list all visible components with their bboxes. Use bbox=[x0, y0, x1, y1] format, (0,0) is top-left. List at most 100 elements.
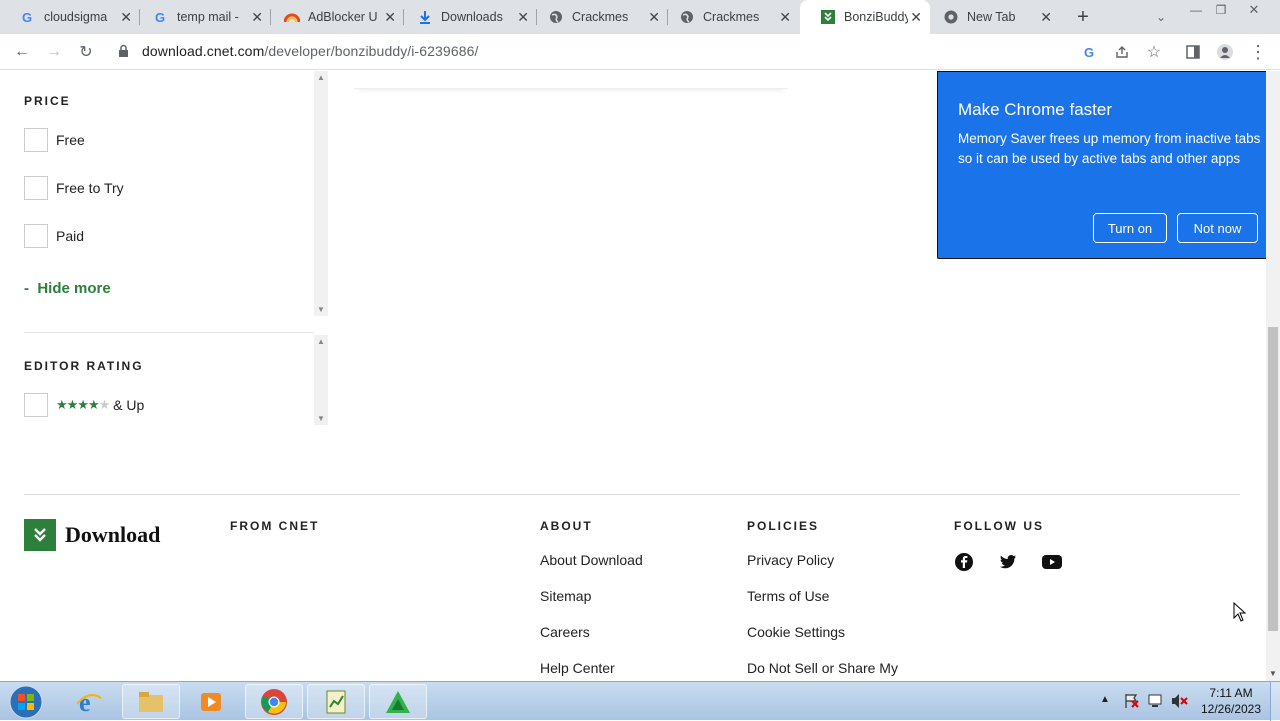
tab-title: Crackmes bbox=[703, 10, 760, 24]
share-icon[interactable] bbox=[1112, 42, 1132, 62]
network-icon[interactable] bbox=[1147, 693, 1163, 714]
link-sitemap[interactable]: Sitemap bbox=[540, 588, 591, 604]
link-terms-of-use[interactable]: Terms of Use bbox=[747, 588, 829, 604]
footer-divider bbox=[24, 494, 1240, 495]
address-bar[interactable]: download.cnet.com/developer/bonzibuddy/i… bbox=[108, 38, 1178, 66]
url-path: /developer/bonzibuddy/i-6239686/ bbox=[264, 43, 479, 59]
checkbox[interactable] bbox=[24, 176, 48, 200]
price-filter-title: PRICE bbox=[24, 94, 71, 108]
filter-label: Free to Try bbox=[56, 180, 124, 196]
window-close-icon[interactable]: ✕ bbox=[1244, 0, 1264, 20]
chrome-icon bbox=[943, 9, 959, 25]
scroll-down-arrow-icon[interactable]: ▼ bbox=[1269, 669, 1277, 678]
rating-filter-scrollbar[interactable]: ▲ ▼ bbox=[314, 335, 328, 425]
notepad-chart-icon[interactable] bbox=[307, 684, 365, 719]
tab-bonzibuddy[interactable]: BonziBuddy ✕ bbox=[800, 0, 930, 34]
restore-icon[interactable]: ❐ bbox=[1211, 0, 1231, 20]
close-icon[interactable]: ✕ bbox=[251, 10, 263, 24]
side-panel-icon[interactable] bbox=[1183, 42, 1203, 62]
bookmark-star-icon[interactable]: ☆ bbox=[1144, 42, 1164, 62]
filter-paid[interactable]: Paid bbox=[24, 224, 84, 248]
twitter-icon[interactable] bbox=[998, 552, 1018, 572]
editor-rating-filter: EDITOR RATING ★★★★★ & Up ▲ ▼ bbox=[0, 335, 330, 427]
url-host: download.cnet.com bbox=[142, 43, 265, 59]
price-filter-scrollbar[interactable]: ▲ ▼ bbox=[314, 71, 328, 316]
forward-arrow-icon[interactable]: → bbox=[44, 42, 64, 62]
download-logo-icon[interactable] bbox=[24, 519, 56, 551]
checkbox[interactable] bbox=[24, 393, 48, 417]
svg-text:G: G bbox=[155, 10, 165, 24]
close-icon[interactable]: ✕ bbox=[779, 10, 791, 24]
back-arrow-icon[interactable]: ← bbox=[12, 42, 32, 62]
media-player-icon[interactable] bbox=[182, 684, 240, 719]
scroll-down-arrow-icon[interactable]: ▼ bbox=[317, 414, 325, 423]
taskbar-clock[interactable]: 7:11 AM 12/26/2023 bbox=[1196, 685, 1266, 717]
chrome-menu-kebab-icon[interactable]: ⋮ bbox=[1248, 42, 1268, 62]
facet-divider bbox=[24, 332, 314, 333]
checkbox[interactable] bbox=[24, 224, 48, 248]
start-button[interactable] bbox=[6, 683, 46, 720]
scroll-up-arrow-icon[interactable]: ▲ bbox=[317, 73, 325, 82]
tab-crackmes-2[interactable]: Crackmes ✕ bbox=[659, 0, 799, 34]
close-icon[interactable]: ✕ bbox=[384, 10, 396, 24]
footer-follow-title: FOLLOW US bbox=[954, 519, 1044, 533]
turn-on-button[interactable]: Turn on bbox=[1093, 213, 1167, 243]
volume-muted-icon[interactable] bbox=[1170, 693, 1188, 714]
youtube-icon[interactable] bbox=[1042, 552, 1062, 572]
file-explorer-icon[interactable] bbox=[122, 684, 180, 719]
tab-new-tab[interactable]: New Tab ✕ bbox=[923, 0, 1060, 34]
footer-about-title: ABOUT bbox=[540, 519, 593, 533]
link-cookie-settings[interactable]: Cookie Settings bbox=[747, 624, 845, 640]
torrent-app-icon[interactable] bbox=[369, 684, 427, 719]
tab-title: New Tab bbox=[967, 10, 1016, 24]
url-text: download.cnet.com/developer/bonzibuddy/i… bbox=[142, 43, 478, 59]
scroll-up-arrow-icon[interactable]: ▲ bbox=[317, 337, 325, 346]
filter-rating-4-up[interactable]: ★★★★★ & Up bbox=[24, 393, 144, 417]
show-desktop-button[interactable] bbox=[1270, 682, 1280, 721]
tab-cloudsigma[interactable]: G cloudsigma ✕ bbox=[0, 0, 140, 34]
tab-downloads[interactable]: Downloads ✕ bbox=[397, 0, 537, 34]
tab-search-chevron-icon[interactable]: ⌄ bbox=[1151, 7, 1171, 27]
hide-more-link[interactable]: - Hide more bbox=[24, 280, 111, 297]
facebook-icon[interactable] bbox=[954, 552, 974, 572]
show-hidden-icons-arrow-icon[interactable]: ▲ bbox=[1100, 694, 1110, 705]
checkbox[interactable] bbox=[24, 128, 48, 152]
not-now-button[interactable]: Not now bbox=[1177, 213, 1258, 243]
editor-rating-title: EDITOR RATING bbox=[24, 359, 144, 373]
scrollbar-thumb[interactable] bbox=[1268, 327, 1278, 631]
price-filter: PRICE Free Free to Try Paid - Hide more … bbox=[0, 71, 330, 321]
memory-saver-popup: Make Chrome faster Memory Saver frees up… bbox=[937, 71, 1279, 259]
google-icon: G bbox=[153, 9, 169, 25]
filter-free[interactable]: Free bbox=[24, 128, 85, 152]
link-help-center[interactable]: Help Center bbox=[540, 660, 615, 676]
lock-icon bbox=[118, 44, 129, 63]
link-careers[interactable]: Careers bbox=[540, 624, 590, 640]
new-tab-plus-icon[interactable]: + bbox=[1073, 6, 1093, 28]
link-about-download[interactable]: About Download bbox=[540, 552, 643, 568]
internet-explorer-icon[interactable]: e bbox=[60, 684, 118, 719]
footer-brand[interactable]: Download bbox=[65, 522, 160, 548]
globe-icon bbox=[679, 9, 695, 25]
rating-stars-icon: ★★★★★ bbox=[56, 397, 110, 412]
tab-title: Downloads bbox=[441, 10, 503, 24]
clock-time: 7:11 AM bbox=[1209, 686, 1253, 700]
minimize-icon[interactable]: — bbox=[1186, 0, 1206, 20]
filter-free-to-try[interactable]: Free to Try bbox=[24, 176, 124, 200]
google-lens-icon[interactable]: G bbox=[1080, 42, 1100, 62]
link-privacy-policy[interactable]: Privacy Policy bbox=[747, 552, 834, 568]
page-scrollbar[interactable]: ▼ bbox=[1266, 71, 1280, 681]
close-icon[interactable]: ✕ bbox=[910, 10, 922, 24]
tab-temp-mail[interactable]: G temp mail - ✕ bbox=[133, 0, 271, 34]
tab-adblocker[interactable]: AdBlocker U ✕ bbox=[264, 0, 404, 34]
windows-logo-icon bbox=[9, 685, 43, 718]
scroll-down-arrow-icon[interactable]: ▼ bbox=[317, 305, 325, 314]
chrome-taskbar-icon[interactable] bbox=[245, 684, 303, 719]
tab-crackmes-1[interactable]: Crackmes ✕ bbox=[528, 0, 668, 34]
action-center-flag-icon[interactable] bbox=[1124, 693, 1140, 714]
close-icon[interactable]: ✕ bbox=[1040, 10, 1052, 24]
reload-icon[interactable]: ↻ bbox=[76, 42, 96, 62]
profile-avatar-icon[interactable] bbox=[1215, 42, 1235, 62]
browser-toolbar: ← → ↻ download.cnet.com/developer/bonzib… bbox=[0, 34, 1280, 70]
close-icon[interactable]: ✕ bbox=[120, 10, 132, 24]
link-do-not-sell[interactable]: Do Not Sell or Share My bbox=[747, 660, 898, 676]
